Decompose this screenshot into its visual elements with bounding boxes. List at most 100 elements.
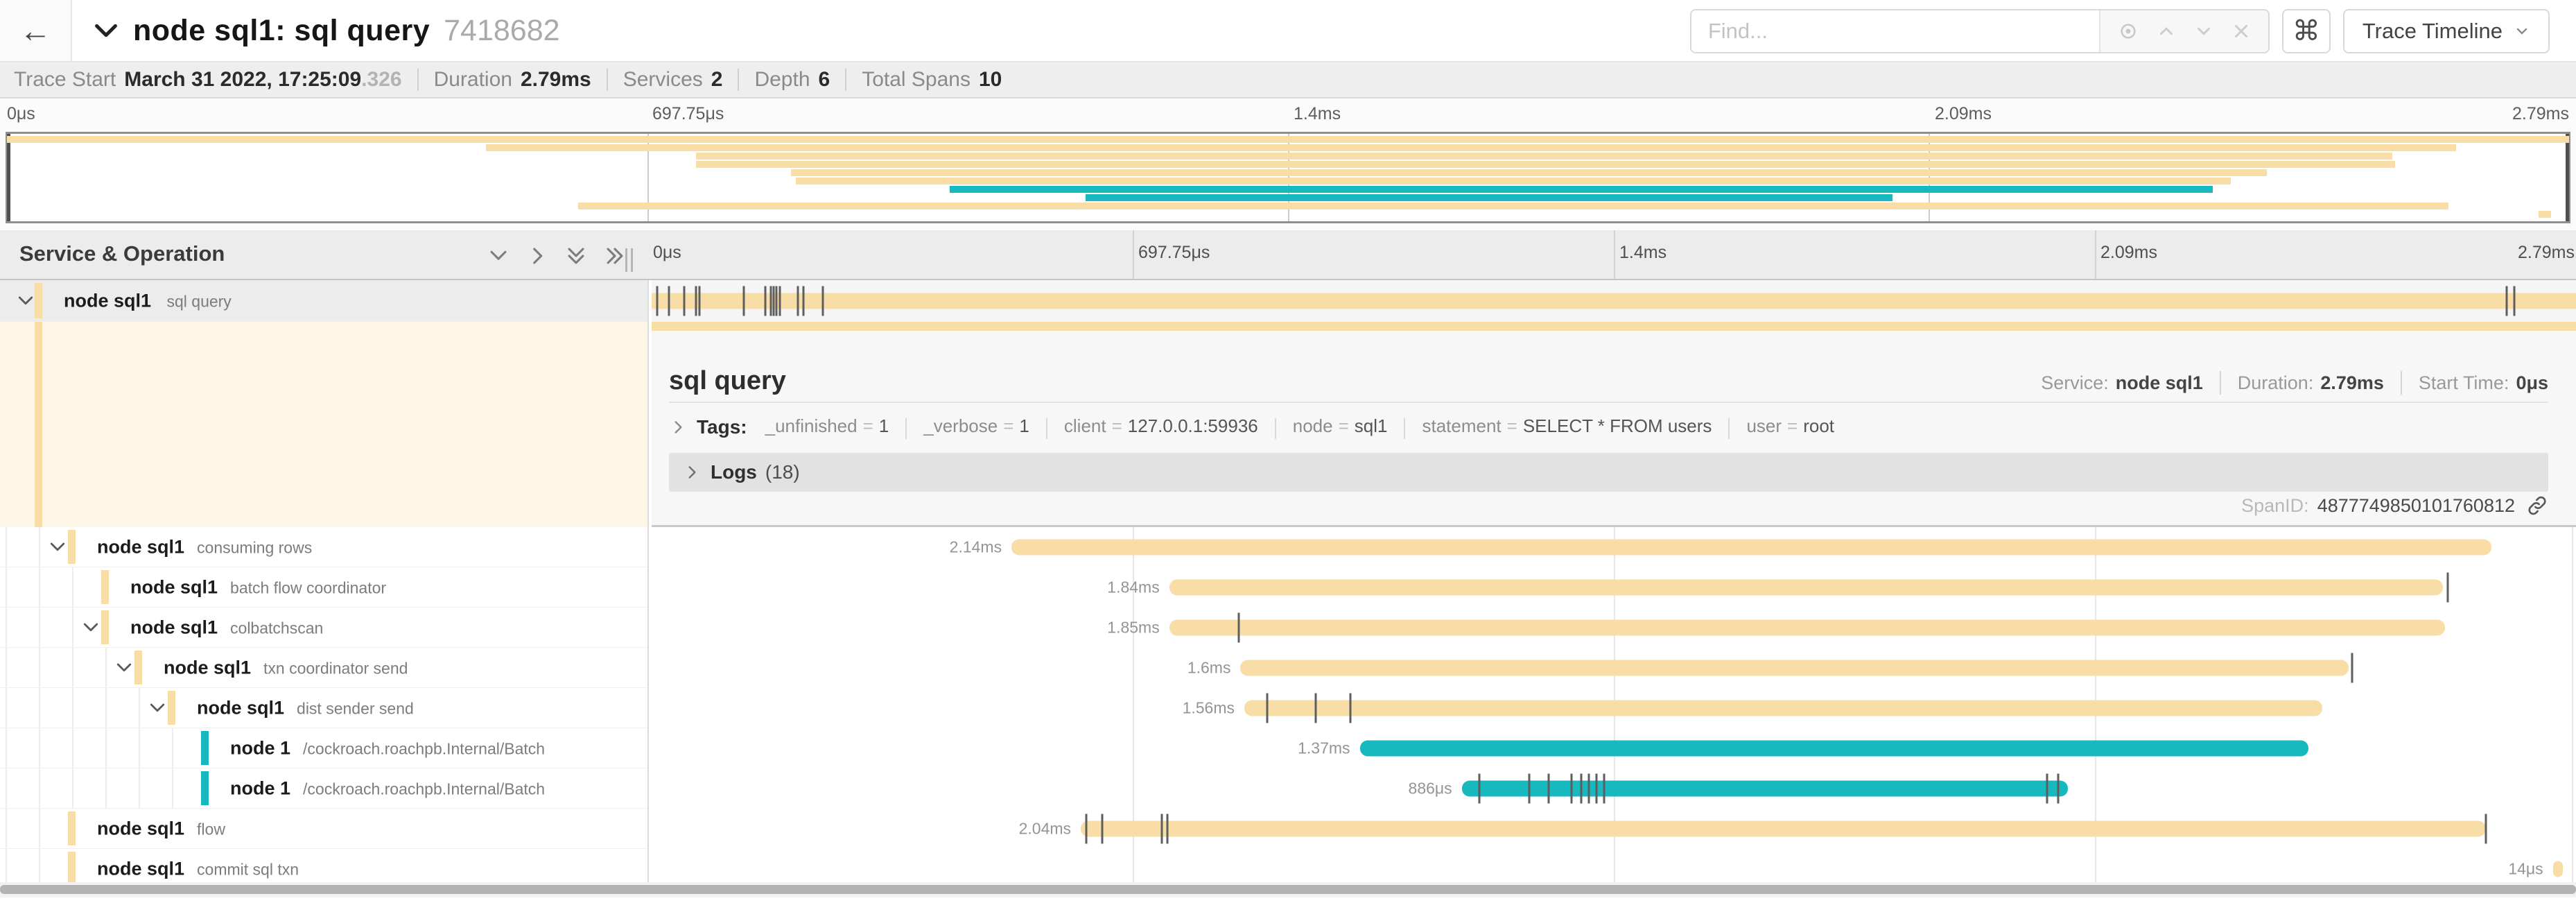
tags-label: Tags: — [697, 416, 747, 438]
find-group — [1690, 9, 2270, 53]
span-bar-cell[interactable]: 1.37ms — [652, 728, 2576, 768]
next-result-icon[interactable] — [2193, 21, 2214, 42]
chevron-down-icon[interactable] — [80, 617, 101, 638]
span-bar[interactable] — [1244, 700, 2322, 716]
deep-link-icon[interactable] — [2526, 495, 2548, 517]
collapse-trace-chevron-icon[interactable] — [90, 15, 122, 47]
tree-cell[interactable]: node sql1txn coordinator send — [0, 648, 649, 688]
back-button[interactable]: ← — [0, 0, 72, 61]
tag-key: _unfinished — [765, 415, 858, 436]
collapse-all-icon[interactable] — [563, 243, 589, 269]
expand-all-icon[interactable] — [602, 243, 628, 269]
span-bar-cell[interactable]: 2.04ms — [652, 809, 2576, 849]
span-bar[interactable] — [1081, 821, 2485, 837]
span-bar[interactable] — [1011, 540, 2491, 556]
span-color-accent — [101, 610, 109, 644]
panel-splitter[interactable] — [647, 280, 649, 882]
span-row-root[interactable]: node sql1 sql query — [0, 280, 2576, 322]
tree-indent-guide — [105, 648, 107, 687]
tree-indent-guide — [39, 688, 40, 728]
span-bar-cell[interactable]: 886μs — [652, 768, 2576, 809]
log-marker-tick — [2514, 286, 2516, 316]
tree-indent-guide — [72, 648, 73, 687]
log-marker-tick — [1160, 814, 1163, 844]
chevron-down-icon[interactable] — [47, 537, 68, 558]
tree-cell[interactable]: node sql1commit sql txn — [0, 849, 649, 882]
viewport-scrubber-right-handle[interactable] — [2566, 134, 2569, 221]
tree-cell[interactable]: node 1/cockroach.roachpb.Internal/Batch — [0, 728, 649, 768]
find-input[interactable] — [1691, 10, 2099, 52]
log-marker-tick — [1587, 774, 1590, 804]
span-bar[interactable] — [1240, 660, 2349, 676]
root-span-bar-cell[interactable] — [652, 280, 2576, 322]
log-marker-tick — [684, 286, 686, 316]
span-row[interactable]: node sql1colbatchscan1.85ms — [0, 608, 2576, 648]
span-bar-cell[interactable]: 1.6ms — [652, 648, 2576, 688]
span-row[interactable]: node sql1flow2.04ms — [0, 809, 2576, 849]
span-bar[interactable] — [1360, 741, 2309, 757]
prev-result-icon[interactable] — [2156, 21, 2177, 42]
span-bar[interactable] — [1462, 781, 2068, 797]
span-duration-label: 886μs — [1334, 780, 1452, 798]
tree-cell[interactable]: node sql1flow — [0, 809, 649, 849]
span-bar-cell[interactable]: 2.14ms — [652, 527, 2576, 567]
span-bar[interactable] — [652, 293, 2576, 309]
span-row[interactable]: node sql1dist sender send1.56ms — [0, 688, 2576, 728]
span-bar-cell[interactable]: 1.56ms — [652, 688, 2576, 728]
tree-cell[interactable]: node sql1dist sender send — [0, 688, 649, 728]
horizontal-scrollbar-thumb[interactable] — [0, 885, 2576, 894]
tree-indent-guide — [72, 608, 73, 647]
view-selector-label: Trace Timeline — [2362, 19, 2503, 44]
tree-indent-guide — [6, 608, 7, 647]
view-selector-button[interactable]: Trace Timeline — [2343, 9, 2550, 53]
span-row[interactable]: node sql1consuming rows2.14ms — [0, 527, 2576, 567]
tree-indent-guide — [39, 527, 40, 567]
chevron-down-icon[interactable] — [15, 291, 36, 311]
tree-cell[interactable]: node sql1colbatchscan — [0, 608, 649, 648]
span-row[interactable]: node sql1txn coordinator send1.6ms — [0, 648, 2576, 688]
span-bar[interactable] — [1169, 620, 2445, 636]
tree-indent-guide — [72, 728, 73, 768]
span-duration-label: 1.84ms — [1042, 578, 1160, 597]
tags-accordion-toggle[interactable]: Tags: _unfinished=1_verbose=1client=127.… — [669, 406, 2548, 449]
span-bar[interactable] — [2553, 861, 2563, 877]
log-marker-tick — [695, 286, 697, 316]
logs-accordion-toggle[interactable]: Logs (18) — [669, 453, 2548, 492]
keyboard-shortcuts-button[interactable]: ⌘ — [2282, 9, 2331, 53]
log-marker-tick — [1478, 774, 1480, 804]
detail-span-title: sql query — [669, 366, 786, 396]
tree-indent-guide — [6, 527, 7, 567]
tree-cell[interactable]: node 1/cockroach.roachpb.Internal/Batch — [0, 768, 649, 809]
span-bar-cell[interactable]: 14μs — [652, 849, 2576, 882]
minimap-canvas[interactable] — [6, 132, 2570, 223]
span-bar[interactable] — [1169, 580, 2444, 596]
tree-indent-guide — [6, 648, 7, 687]
span-row[interactable]: node 1/cockroach.roachpb.Internal/Batch1… — [0, 728, 2576, 768]
tree-indent-guide — [172, 728, 173, 768]
span-row[interactable]: node sql1commit sql txn14μs — [0, 849, 2576, 882]
collapse-one-icon[interactable] — [485, 243, 512, 269]
service-name: node 1 — [230, 777, 290, 798]
axis-tick-label: 2.09ms — [2100, 243, 2157, 263]
clear-find-icon[interactable] — [2231, 21, 2252, 42]
expand-one-icon[interactable] — [524, 243, 550, 269]
tree-indent-guide — [39, 728, 40, 768]
service-name: node sql1 — [164, 657, 251, 678]
log-marker-tick — [1267, 694, 1269, 723]
tree-cell[interactable]: node sql1batch flow coordinator — [0, 567, 649, 608]
span-bar-cell[interactable]: 1.84ms — [652, 567, 2576, 608]
service-name: node sql1 — [64, 290, 151, 311]
span-row[interactable]: node sql1batch flow coordinator 1.84ms — [0, 567, 2576, 608]
span-bar-cell[interactable]: 1.85ms — [652, 608, 2576, 648]
tree-cell[interactable]: node sql1consuming rows — [0, 527, 649, 567]
span-row[interactable]: node 1/cockroach.roachpb.Internal/Batch 8… — [0, 768, 2576, 809]
tree-cell-sql-query[interactable]: node sql1 sql query — [0, 280, 649, 322]
horizontal-scrollbar — [0, 882, 2576, 897]
chevron-down-icon[interactable] — [147, 698, 168, 719]
panel-resize-handle[interactable] — [625, 248, 641, 272]
match-target-icon[interactable] — [2117, 20, 2139, 42]
viewport-scrubber-left-handle[interactable] — [7, 134, 10, 221]
axis-tick-label: 2.09ms — [1935, 104, 1992, 124]
page-header: ← node sql1: sql query 7418682 ⌘ — [0, 0, 2576, 62]
chevron-down-icon[interactable] — [114, 657, 134, 678]
